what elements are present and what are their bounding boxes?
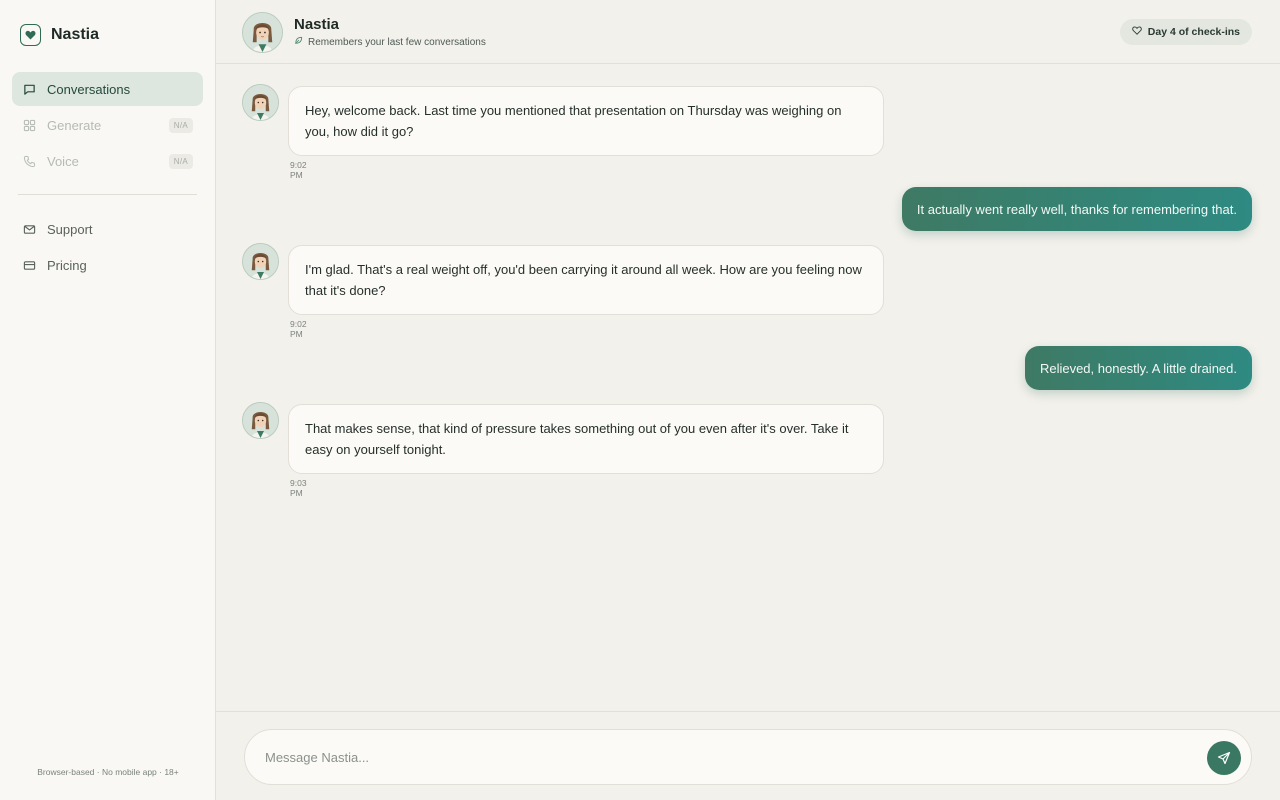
memory-status: Remembers your last few conversations bbox=[294, 36, 486, 48]
girl-avatar-icon bbox=[243, 403, 278, 438]
message-list[interactable]: Hey, welcome back. Last time you mention… bbox=[216, 64, 1280, 711]
send-button[interactable] bbox=[1207, 741, 1241, 775]
sidebar-divider bbox=[18, 194, 197, 195]
brand[interactable]: Nastia bbox=[20, 24, 99, 46]
phone-icon bbox=[22, 154, 37, 169]
girl-avatar-icon bbox=[243, 85, 278, 120]
avatar bbox=[242, 84, 279, 121]
heart-logo-icon bbox=[20, 24, 41, 46]
send-icon bbox=[1217, 751, 1231, 765]
sidebar-item-conversations[interactable]: Conversations bbox=[12, 72, 203, 106]
sidebar-item-label: Pricing bbox=[47, 257, 87, 273]
sidebar-item-voice: Voice N/A bbox=[12, 144, 203, 178]
memory-status-text: Remembers your last few conversations bbox=[308, 36, 486, 48]
message-outgoing: Relieved, honestly. A little drained. bbox=[1024, 346, 1252, 390]
day-checkins-pill[interactable]: Day 4 of check-ins bbox=[1119, 19, 1252, 45]
message-bubble: Hey, welcome back. Last time you mention… bbox=[288, 86, 884, 156]
sidebar: Nastia Conversations Generate N/A Voice … bbox=[0, 0, 216, 800]
mail-icon bbox=[22, 222, 37, 237]
sidebar-footer: Browser-based · No mobile app · 18+ bbox=[37, 767, 179, 777]
day-pill-text: Day 4 of check-ins bbox=[1147, 26, 1240, 38]
composer-bar bbox=[216, 711, 1280, 800]
girl-avatar-icon bbox=[243, 13, 282, 52]
message-time: 9:02 PM bbox=[290, 319, 307, 339]
leaf-icon bbox=[294, 36, 303, 48]
message-time: 9:02 PM bbox=[290, 160, 307, 180]
sidebar-item-label: Conversations bbox=[47, 81, 131, 97]
message-bubble: That makes sense, that kind of pressure … bbox=[288, 404, 884, 474]
grid-icon bbox=[22, 118, 37, 133]
heart-icon bbox=[1132, 26, 1142, 38]
sidebar-nav: Conversations Generate N/A Voice N/A Sup… bbox=[12, 72, 203, 284]
message-bubble: I'm glad. That's a real weight off, you'… bbox=[288, 245, 884, 315]
contact-name: Nastia bbox=[294, 16, 340, 33]
na-badge: N/A bbox=[168, 117, 193, 133]
chat-bubble-icon bbox=[22, 82, 37, 97]
sidebar-item-label: Voice bbox=[47, 153, 79, 169]
composer bbox=[244, 729, 1252, 785]
brand-name: Nastia bbox=[51, 26, 100, 43]
avatar bbox=[242, 402, 279, 439]
sidebar-item-support[interactable]: Support bbox=[12, 212, 203, 246]
message-input[interactable] bbox=[265, 730, 1195, 784]
message-outgoing: It actually went really well, thanks for… bbox=[901, 187, 1252, 231]
na-badge: N/A bbox=[168, 153, 193, 169]
avatar bbox=[242, 243, 279, 280]
chat-header: Nastia Remembers your last few conversat… bbox=[216, 0, 1280, 64]
avatar[interactable] bbox=[242, 12, 283, 53]
girl-avatar-icon bbox=[243, 244, 278, 279]
sidebar-item-generate: Generate N/A bbox=[12, 108, 203, 142]
message-time: 9:03 PM bbox=[290, 478, 307, 498]
sidebar-item-label: Support bbox=[47, 221, 93, 237]
credit-card-icon bbox=[22, 258, 37, 273]
sidebar-item-pricing[interactable]: Pricing bbox=[12, 248, 203, 282]
sidebar-item-label: Generate bbox=[47, 117, 102, 133]
